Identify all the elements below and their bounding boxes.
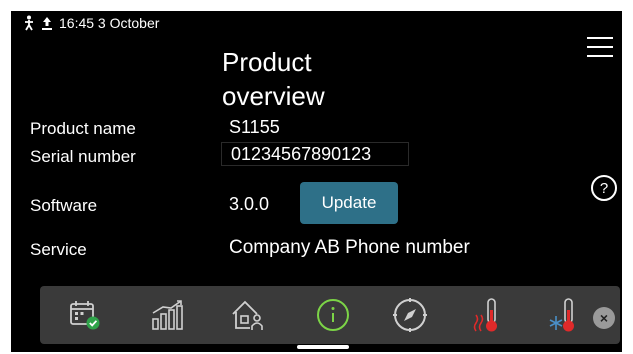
serial-number-value: 01234567890123 (221, 142, 409, 166)
calendar-check-icon[interactable] (60, 286, 110, 344)
upload-icon (41, 16, 53, 30)
status-bar: 16:45 3 October (23, 13, 159, 33)
service-label: Service (30, 240, 87, 259)
menu-button[interactable] (587, 37, 613, 59)
product-name-value: S1155 (229, 117, 280, 137)
status-time-date: 16:45 3 October (59, 15, 160, 31)
info-icon[interactable] (308, 286, 358, 344)
cool-thermometer-icon[interactable] (540, 286, 590, 344)
page-title: Product overview (222, 47, 325, 111)
bottom-nav-bar (40, 286, 620, 344)
statistics-icon[interactable] (143, 286, 193, 344)
house-person-icon[interactable] (223, 286, 273, 344)
screen: 16:45 3 October Product overview Product… (11, 11, 622, 352)
product-name-label: Product name (30, 119, 136, 138)
close-icon[interactable]: × (593, 307, 615, 329)
selected-tab-indicator (297, 345, 349, 349)
help-icon[interactable]: ? (591, 175, 617, 201)
software-label: Software (30, 196, 98, 215)
software-version: 3.0.0 (229, 194, 270, 214)
update-button[interactable]: Update (300, 182, 398, 224)
serial-number-label: Serial number (30, 147, 136, 166)
heat-thermometer-icon[interactable] (463, 286, 513, 344)
service-value: Company AB Phone number (229, 237, 470, 258)
compass-icon[interactable] (385, 286, 435, 344)
person-icon (23, 15, 35, 31)
